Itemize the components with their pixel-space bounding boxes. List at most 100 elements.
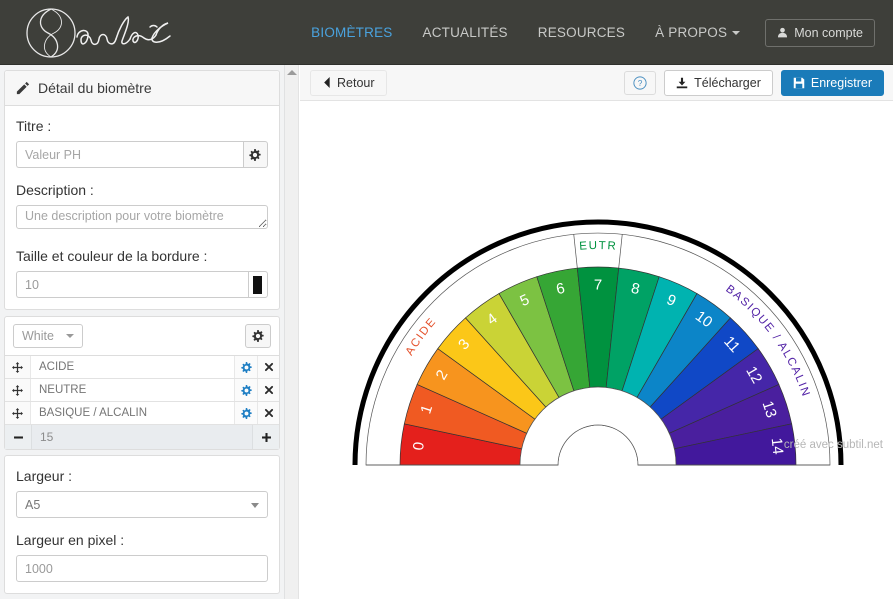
zone-label: ACIDE (31, 356, 235, 378)
zone-label: NEUTRE (31, 379, 235, 401)
titre-input-group (16, 141, 268, 168)
segment-label: 7 (594, 277, 602, 294)
zone-settings-button[interactable] (235, 379, 257, 401)
close-icon (264, 408, 274, 418)
zone-label: BASIQUE / ALCALIN (31, 402, 235, 424)
svg-text:?: ? (638, 78, 643, 88)
largeur-label: Largeur : (16, 468, 268, 484)
drag-handle-icon[interactable] (5, 379, 31, 401)
border-input-group (16, 271, 268, 298)
stepper-decrement-button[interactable] (5, 425, 32, 449)
description-label: Description : (16, 182, 268, 198)
nav-item-biometres[interactable]: BIOMÈTRES (296, 15, 407, 50)
palette-dropdown[interactable]: White (13, 324, 83, 348)
move-arrows-icon (12, 362, 23, 373)
biometre-detail-panel: Détail du biomètre Titre : Description :… (4, 70, 280, 310)
border-color-swatch-button[interactable] (248, 271, 268, 298)
palette-dropdown-value: White (22, 329, 54, 343)
page-body: Détail du biomètre Titre : Description :… (0, 65, 893, 599)
toolbar-left: Retour (310, 70, 387, 96)
border-size-input[interactable] (16, 271, 248, 298)
zone-delete-button[interactable] (257, 379, 279, 401)
back-label: Retour (337, 76, 375, 90)
nav-label: ACTUALITÉS (422, 25, 507, 40)
save-button[interactable]: Enregistrer (781, 70, 884, 96)
palette-settings-button[interactable] (245, 324, 271, 348)
color-swatch (253, 276, 262, 294)
largeur-px-label: Largeur en pixel : (16, 532, 268, 548)
subtil-logo-icon (18, 2, 188, 64)
drag-handle-icon[interactable] (5, 402, 31, 424)
band-label: NEUTRE (312, 101, 618, 253)
credit-text: créé avec subtil.net (784, 439, 883, 451)
titre-settings-button[interactable] (243, 141, 268, 168)
gear-icon (252, 330, 264, 342)
largeur-select[interactable]: A5 (16, 491, 268, 518)
nav-item-resources[interactable]: RESOURCES (523, 15, 640, 50)
account-button[interactable]: Mon compte (765, 19, 875, 47)
nav-item-actualites[interactable]: ACTUALITÉS (407, 15, 522, 50)
titre-label: Titre : (16, 118, 268, 134)
nav-item-a-propos[interactable]: À PROPOS (640, 15, 755, 50)
close-icon (264, 385, 274, 395)
stepper-value[interactable]: 15 (32, 425, 252, 449)
panel-header: Détail du biomètre (5, 71, 279, 106)
zone-delete-button[interactable] (257, 402, 279, 424)
help-button[interactable]: ? (624, 71, 656, 95)
gear-icon (241, 362, 252, 373)
toolbar-right: ? Télécharger Enregistre (624, 70, 884, 96)
content-toolbar: Retour ? Télécharger (300, 65, 893, 101)
sidebar-scrollbar[interactable] (285, 65, 299, 599)
panel-title: Détail du biomètre (38, 80, 152, 96)
plus-icon (261, 432, 272, 443)
gauge-preview: 01234567891011121314ACIDENEUTREBASIQUE /… (300, 101, 893, 599)
zone-settings-button[interactable] (235, 402, 257, 424)
zones-panel-header: White (5, 317, 279, 356)
help-circle-icon: ? (633, 76, 647, 90)
account-label: Mon compte (794, 26, 863, 40)
scroll-up-arrow-icon[interactable] (287, 70, 297, 75)
gear-icon (241, 385, 252, 396)
save-disk-icon (793, 77, 805, 89)
minus-icon (13, 432, 24, 443)
drag-handle-icon[interactable] (5, 356, 31, 378)
top-navbar: BIOMÈTRES ACTUALITÉS RESOURCES À PROPOS … (0, 0, 893, 65)
content-area: Retour ? Télécharger (300, 65, 893, 599)
chevron-left-icon (322, 77, 331, 88)
sidebar: Détail du biomètre Titre : Description :… (0, 65, 285, 599)
zone-settings-button[interactable] (235, 356, 257, 378)
segment-label: 0 (410, 441, 428, 451)
download-button[interactable]: Télécharger (664, 70, 773, 96)
largeur-px-input[interactable] (16, 555, 268, 582)
brand-logo[interactable] (18, 2, 188, 64)
edit-pencil-icon (16, 81, 30, 95)
chevron-down-icon (66, 334, 74, 338)
zones-panel: White ACIDE (4, 316, 280, 450)
nav-label: À PROPOS (655, 25, 727, 40)
titre-input[interactable] (16, 141, 243, 168)
dimensions-panel: Largeur : A5 Largeur en pixel : (4, 455, 280, 594)
chevron-down-icon (732, 31, 740, 35)
zone-row[interactable]: NEUTRE (5, 379, 279, 402)
description-textarea[interactable] (16, 205, 268, 229)
border-label: Taille et couleur de la bordure : (16, 248, 268, 264)
chevron-down-icon (251, 503, 259, 508)
zone-row[interactable]: ACIDE (5, 356, 279, 379)
close-icon (264, 362, 274, 372)
gear-icon (241, 408, 252, 419)
segment-count-stepper: 15 (5, 425, 279, 449)
back-button[interactable]: Retour (310, 70, 387, 96)
nav-label: BIOMÈTRES (311, 25, 392, 40)
gear-icon (249, 149, 261, 161)
stepper-increment-button[interactable] (252, 425, 279, 449)
move-arrows-icon (12, 408, 23, 419)
download-label: Télécharger (694, 76, 761, 90)
navbar-links: BIOMÈTRES ACTUALITÉS RESOURCES À PROPOS … (296, 0, 883, 65)
panel-body: Titre : Description : Taille et couleur … (5, 106, 279, 309)
largeur-select-value: A5 (25, 498, 40, 512)
move-arrows-icon (12, 385, 23, 396)
zone-delete-button[interactable] (257, 356, 279, 378)
zone-row[interactable]: BASIQUE / ALCALIN (5, 402, 279, 425)
save-label: Enregistrer (811, 76, 872, 90)
download-icon (676, 77, 688, 89)
